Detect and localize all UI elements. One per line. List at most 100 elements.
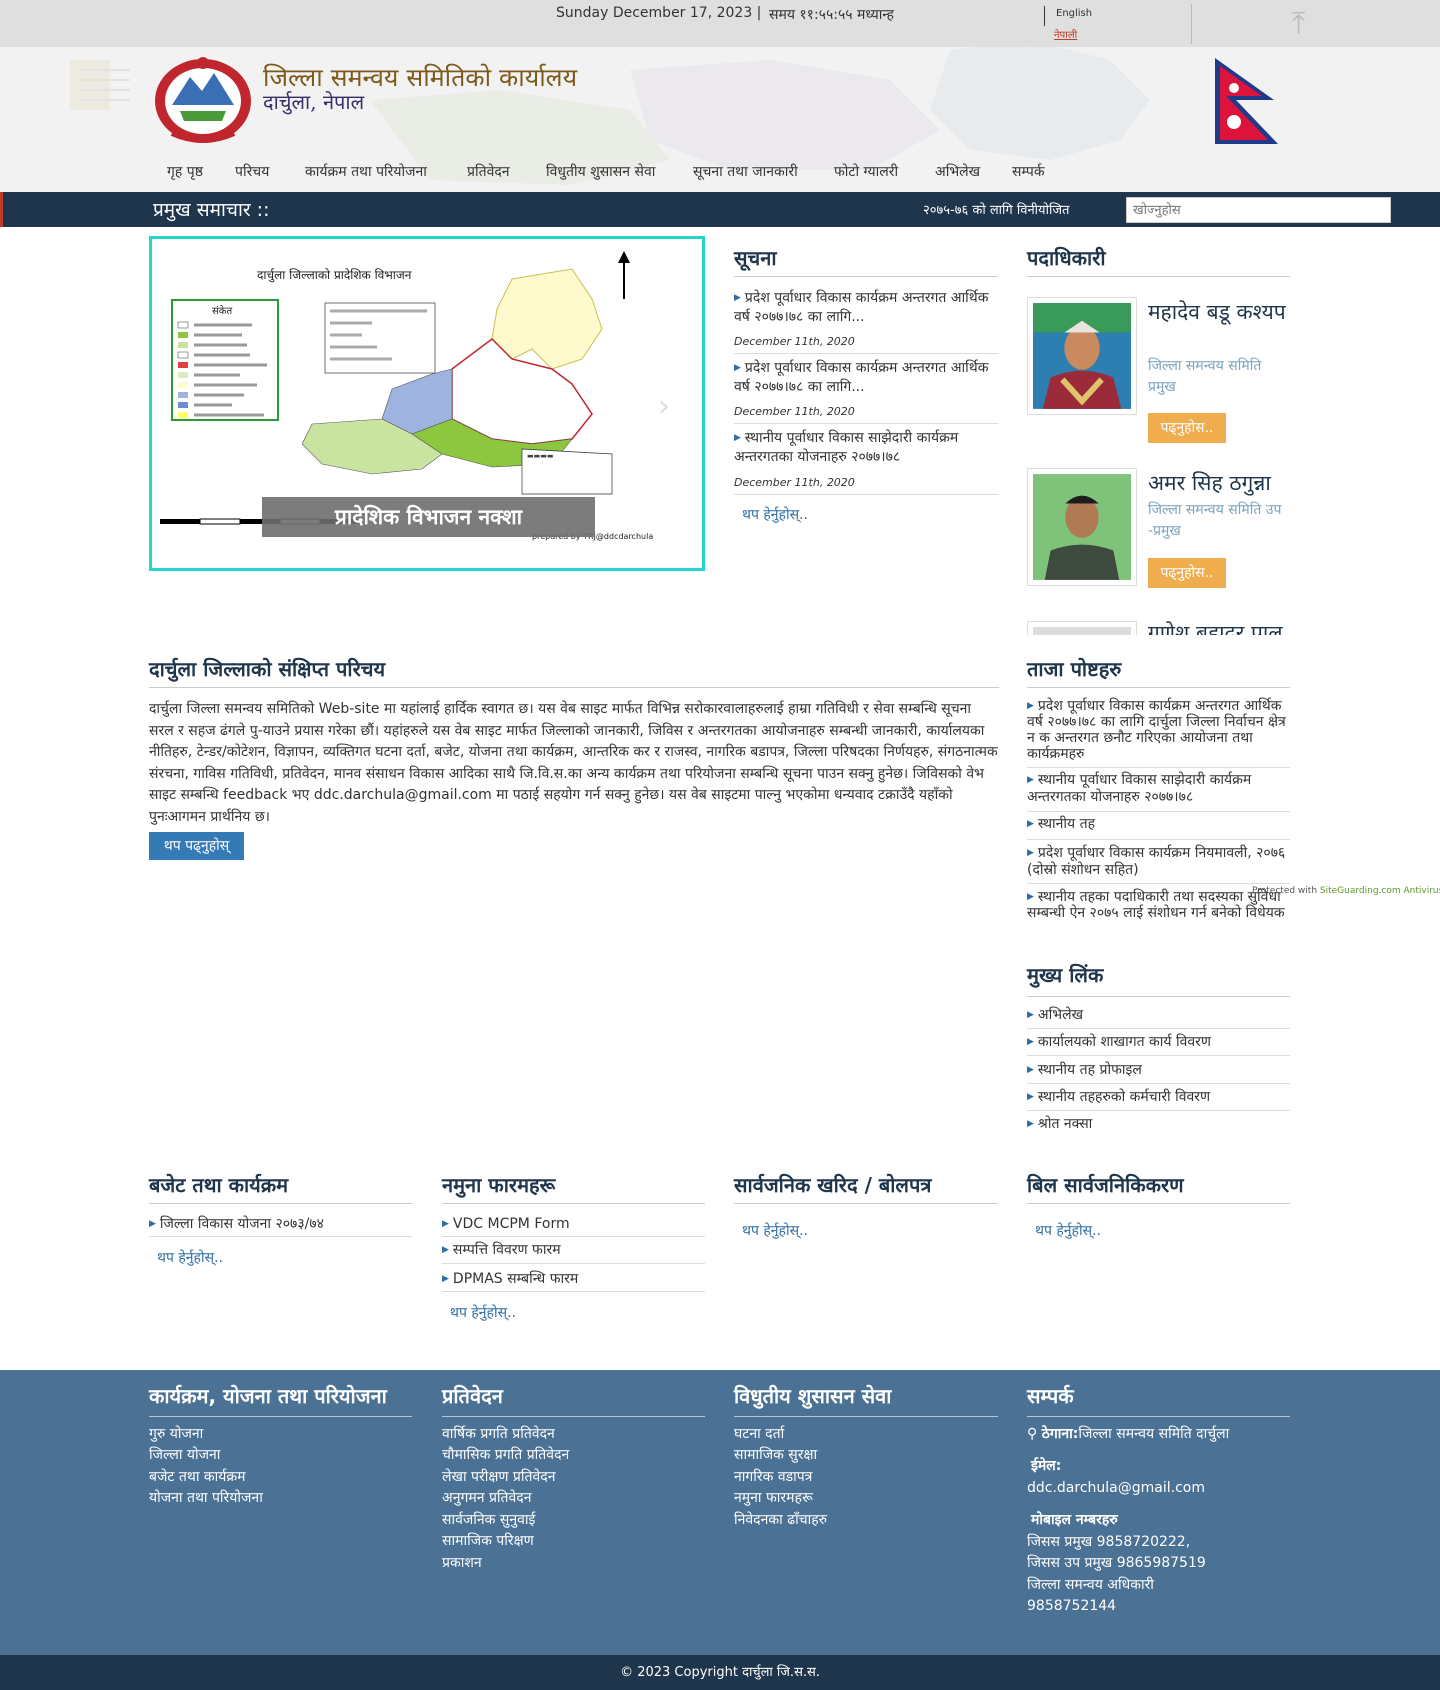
notices-more-link[interactable]: थप हेर्नुहोस्..	[742, 505, 808, 524]
footer-reports-link[interactable]: प्रकाशन	[442, 1553, 482, 1575]
address-label: ठेगाना:	[1041, 1426, 1079, 1442]
intro-title: दार्चुला जिल्लाको संक्षिप्त परिचय	[149, 657, 386, 681]
bullet-icon: ▶	[1027, 775, 1034, 785]
contact-email-link[interactable]: ddc.darchula@gmail.com	[1027, 1478, 1205, 1500]
main-link-item[interactable]: ▶ कार्यालयको शाखागत कार्य विवरण	[1027, 1033, 1211, 1052]
latest-post-item[interactable]: ▶ प्रदेश पूर्वाधार विकास कार्यक्रम नियमाव…	[1027, 845, 1290, 879]
officials-list: महादेव बडू कश्यप जिल्ला समन्वय समिति प्र…	[1027, 290, 1290, 635]
latest-post-item[interactable]: ▶ स्थानीय तह	[1027, 815, 1290, 834]
site-header: Sunday December 17, 2023 | समय ११:५५:५५ …	[0, 0, 1440, 192]
form-item[interactable]: ▶ VDC MCPM Form	[442, 1215, 570, 1234]
nav-item-egov[interactable]: विधुतीय शुसासन सेवा	[546, 162, 655, 181]
protected-prefix: Protected with	[1252, 886, 1318, 896]
nav-item-programs[interactable]: कार्यक्रम तथा परियोजना	[305, 162, 427, 181]
official-photo-image	[1033, 303, 1131, 409]
mobile-label: मोबाइल नम्बरहरु	[1031, 1512, 1118, 1528]
form-item-text: सम्पत्ति विवरण फारम	[452, 1242, 561, 1258]
slider-next-icon[interactable]: ›	[658, 389, 670, 424]
official-photo-image	[1033, 474, 1131, 580]
nav-item-notices[interactable]: सूचना तथा जानकारी	[693, 162, 798, 181]
latest-post-text: स्थानीय पूर्वाधार विकास साझेदारी कार्यक्…	[1027, 772, 1252, 805]
map-title: दार्चुला जिल्लाको प्रादेशिक विभाजन	[257, 268, 412, 283]
main-link-item[interactable]: ▶ श्रोत नक्सा	[1027, 1115, 1092, 1134]
scroll-top-icon[interactable]: ⤒	[1292, 6, 1305, 41]
form-item[interactable]: ▶ सम्पत्ति विवरण फारम	[442, 1241, 561, 1260]
budget-item[interactable]: ▶ जिल्ला विकास योजना २०७३/७४	[149, 1215, 324, 1234]
latest-post-item[interactable]: ▶ स्थानीय पूर्वाधार विकास साझेदारी कार्यक…	[1027, 772, 1290, 806]
footer-programs-link[interactable]: जिल्ला योजना	[149, 1445, 220, 1467]
mobile-number: जिल्ला समन्वय अधिकारी	[1027, 1577, 1154, 1593]
footer-reports-link[interactable]: लेखा परीक्षण प्रतिवेदन	[442, 1467, 556, 1489]
image-slider[interactable]: दार्चुला जिल्लाको प्रादेशिक विभाजन संकेत	[149, 236, 705, 571]
footer-reports-link[interactable]: सार्वजनिक सुनुवाई	[442, 1510, 535, 1532]
latest-post-text: स्थानीय तहका पदाधिकारी तथा सदस्यका सुविध…	[1027, 889, 1285, 921]
language-nepali-link[interactable]: नेपाली	[1054, 27, 1077, 41]
main-links-title: मुख्य लिंक	[1027, 963, 1104, 987]
nav-item-contact[interactable]: सम्पर्क	[1012, 162, 1045, 181]
legend-title: संकेत	[212, 305, 232, 317]
footer-programs-link[interactable]: योजना तथा परियोजना	[149, 1488, 263, 1510]
bills-divider	[1027, 1203, 1290, 1204]
nepal-emblem-logo	[155, 57, 251, 143]
procurement-more-link[interactable]: थप हेर्नुहोस्..	[742, 1221, 808, 1240]
official-role: जिल्ला समन्वय समिति प्रमुख	[1148, 358, 1262, 395]
footer-egov-title: विधुतीय शुसासन सेवा	[734, 1384, 892, 1408]
bullet-icon: ▶	[734, 293, 741, 303]
language-english-link[interactable]: English	[1056, 8, 1092, 19]
budget-item-divider	[149, 1236, 412, 1237]
main-link-item[interactable]: ▶ स्थानीय तह प्रोफाइल	[1027, 1061, 1142, 1080]
nav-item-home[interactable]: गृह पृष्ठ	[167, 162, 203, 181]
notice-divider	[734, 494, 998, 495]
latest-post-text: प्रदेश पूर्वाधार विकास कार्यक्रम नियमावल…	[1027, 845, 1286, 878]
footer-reports-link[interactable]: वार्षिक प्रगति प्रतिवेदन	[442, 1424, 555, 1446]
form-item-divider	[442, 1236, 705, 1237]
nav-item-reports[interactable]: प्रतिवेदन	[467, 162, 510, 181]
notice-item[interactable]: ▶ प्रदेश पूर्वाधार विकास कार्यक्रम अन्तरग…	[734, 289, 998, 327]
notice-item[interactable]: ▶ स्थानीय पूर्वाधार विकास साझेदारी कार्यक…	[734, 429, 998, 467]
main-link-item[interactable]: ▶ अभिलेख	[1027, 1006, 1083, 1025]
latest-post-item[interactable]: ▶ प्रदेश पूर्वाधार विकास कार्यक्रम अन्तरग…	[1027, 698, 1290, 762]
forms-divider	[442, 1203, 705, 1204]
official-read-more-button[interactable]: पढ्नुहोस..	[1148, 558, 1226, 588]
main-link-divider	[1027, 1083, 1290, 1084]
protected-link[interactable]: SiteGuarding.com Antivirus	[1320, 886, 1440, 896]
footer-reports-link[interactable]: सामाजिक परिक्षण	[442, 1531, 534, 1553]
footer-address: ⚲ ठेगाना:जिल्ला समन्वय समिति दार्चुला	[1027, 1424, 1229, 1446]
budget-more-link[interactable]: थप हेर्नुहोस्..	[157, 1248, 223, 1267]
latest-post-item[interactable]: ▶ स्थानीय तहका पदाधिकारी तथा सदस्यका सुवि…	[1027, 889, 1290, 921]
protected-badge[interactable]: Protected with SiteGuarding.com Antiviru…	[1252, 886, 1440, 896]
bills-more-link[interactable]: थप हेर्नुहोस्..	[1035, 1221, 1101, 1240]
notice-date: December 11th, 2020	[734, 405, 855, 418]
form-item[interactable]: ▶ DPMAS सम्बन्धि फारम	[442, 1270, 578, 1289]
footer-divider	[1027, 1416, 1290, 1417]
main-link-text: श्रोत नक्सा	[1037, 1116, 1093, 1132]
official-read-more-button[interactable]: पढ्नुहोस..	[1148, 413, 1226, 443]
forms-more-link[interactable]: थप हेर्नुहोस्..	[450, 1303, 516, 1322]
latest-post-divider	[1027, 883, 1290, 884]
footer-programs-link[interactable]: गुरु योजना	[149, 1424, 203, 1446]
nav-item-gallery[interactable]: फोटो ग्यालरी	[834, 162, 898, 181]
news-ticker[interactable]: २०७५-७६ को लागि विनीयोजित रकम	[923, 200, 1073, 218]
notice-item[interactable]: ▶ प्रदेश पूर्वाधार विकास कार्यक्रम अन्तरग…	[734, 359, 998, 397]
notice-divider	[734, 423, 998, 424]
footer-egov-link[interactable]: सामाजिक सुरक्षा	[734, 1445, 817, 1467]
nav-item-about[interactable]: परिचय	[235, 162, 269, 181]
search-input[interactable]	[1126, 197, 1391, 223]
latest-post-text: प्रदेश पूर्वाधार विकास कार्यक्रम अन्तरगत…	[1027, 698, 1286, 762]
footer-divider	[442, 1416, 705, 1417]
form-item-text: DPMAS सम्बन्धि फारम	[452, 1271, 579, 1287]
bullet-icon: ▶	[442, 1274, 449, 1284]
footer-egov-link[interactable]: घटना दर्ता	[734, 1424, 784, 1446]
intro-read-more-button[interactable]: थप पढ्नुहोस्	[149, 832, 244, 860]
main-link-item[interactable]: ▶ स्थानीय तहहरुको कर्मचारी विवरण	[1027, 1088, 1210, 1107]
bullet-icon: ▶	[734, 363, 741, 373]
nav-item-archive[interactable]: अभिलेख	[935, 162, 980, 181]
footer-egov-link[interactable]: निवेदनका ढाँचाहरु	[734, 1510, 827, 1532]
topbar-divider	[1191, 4, 1192, 44]
footer-reports-link[interactable]: अनुगमन प्रतिवेदन	[442, 1488, 532, 1510]
footer-egov-link[interactable]: नमुना फारमहरू	[734, 1488, 813, 1510]
footer-egov-link[interactable]: नागरिक वडापत्र	[734, 1467, 812, 1489]
footer-programs-link[interactable]: बजेट तथा कार्यक्रम	[149, 1467, 246, 1489]
footer-reports-link[interactable]: चौमासिक प्रगति प्रतिवेदन	[442, 1445, 569, 1467]
site-footer: कार्यक्रम, योजना तथा परियोजना गुरु योजना…	[0, 1370, 1440, 1655]
